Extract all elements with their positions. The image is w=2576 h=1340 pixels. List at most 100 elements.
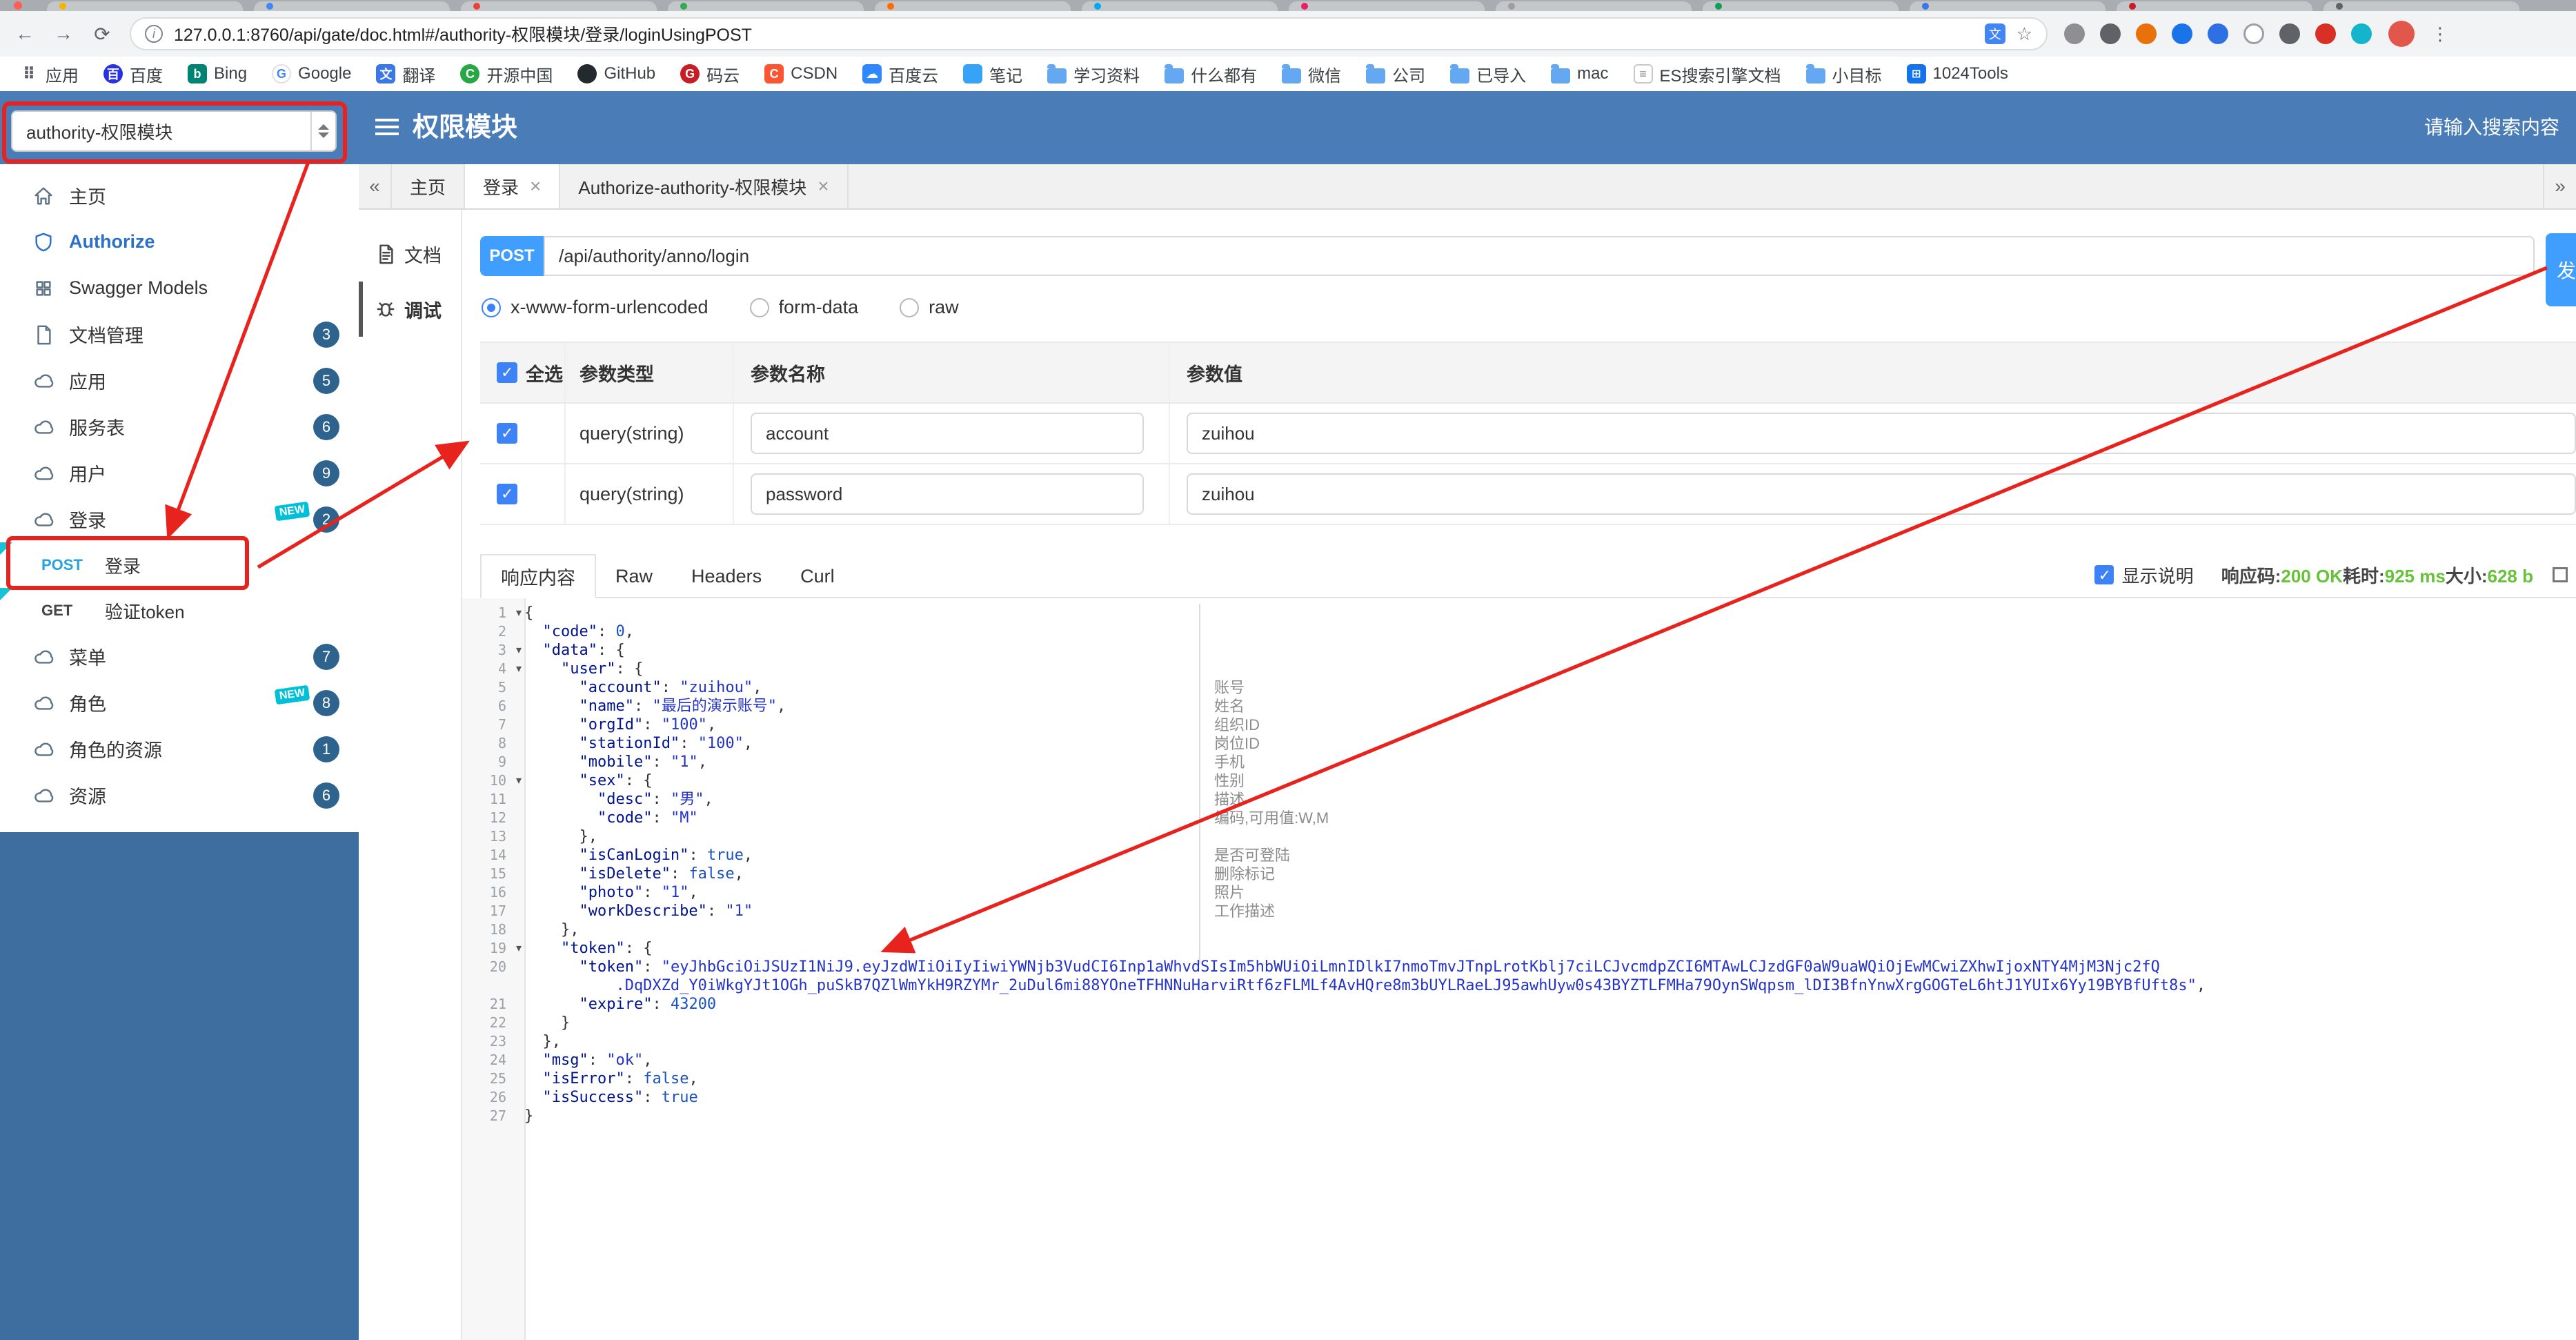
browser-tab[interactable] <box>461 1 657 11</box>
forward-icon[interactable]: → <box>52 23 75 45</box>
fold-arrow-icon[interactable]: ▾ <box>516 939 522 958</box>
response-tab-2[interactable]: Headers <box>672 554 781 598</box>
line-number[interactable]: 21 <box>462 995 524 1014</box>
param-value-input[interactable] <box>1187 473 2576 515</box>
bookmark-item-1[interactable]: 百百度 <box>103 62 163 86</box>
line-number[interactable]: 27 <box>462 1107 524 1125</box>
browser-menu-icon[interactable]: ⋮ <box>2431 23 2449 45</box>
doc-tab-home[interactable]: 主页 <box>392 164 466 208</box>
select-all-checkbox[interactable] <box>497 362 517 383</box>
line-number[interactable]: 24 <box>462 1051 524 1070</box>
reload-icon[interactable]: ⟳ <box>91 23 113 46</box>
translate-icon[interactable]: 文 <box>1984 23 2005 44</box>
sidebar-item-menu[interactable]: 菜单 7 <box>0 633 359 680</box>
line-number[interactable]: 5 <box>462 678 524 697</box>
line-number[interactable]: 7 <box>462 716 524 734</box>
sidebar-api-post-login[interactable]: POST 登录 <box>0 542 359 588</box>
url-text[interactable]: 127.0.0.1:8760/api/gate/doc.html#/author… <box>174 21 1974 46</box>
response-tab-1[interactable]: Raw <box>596 554 672 598</box>
orange-extension-icon[interactable] <box>2136 23 2157 44</box>
line-number[interactable]: 2 <box>462 622 524 641</box>
browser-tab[interactable] <box>47 1 243 11</box>
line-number[interactable]: 23 <box>462 1032 524 1051</box>
line-number[interactable]: 15 <box>462 865 524 883</box>
teal-extension-icon[interactable] <box>2351 23 2372 44</box>
module-select[interactable]: authority-权限模块 <box>11 110 337 152</box>
line-number[interactable]: 20 <box>462 958 524 995</box>
browser-tab[interactable] <box>2117 1 2312 11</box>
sidebar-item-home[interactable]: 主页 <box>0 173 359 219</box>
browser-tab[interactable] <box>1082 1 1278 11</box>
doc-mode-doc[interactable]: 文档 <box>359 226 461 282</box>
site-info-icon[interactable]: i <box>145 25 163 43</box>
sidebar-item-resource[interactable]: 资源 6 <box>0 772 359 818</box>
bookmark-item-8[interactable]: C CSDN <box>764 64 838 83</box>
fold-arrow-icon[interactable]: ▾ <box>516 641 522 660</box>
bookmark-item-18[interactable]: 小目标 <box>1805 62 1882 86</box>
tabs-scroll-left-icon[interactable]: « <box>359 164 392 208</box>
bookmark-item-10[interactable]: 笔记 <box>963 62 1022 86</box>
bookmark-item-16[interactable]: mac <box>1551 64 1609 83</box>
line-number[interactable]: 9 <box>462 753 524 771</box>
browser-tab[interactable] <box>2324 1 2519 11</box>
shield-extension-icon[interactable] <box>2279 23 2300 44</box>
doc-tab-authorize-authority[interactable]: Authorize-authority-权限模块 × <box>560 164 849 208</box>
doc-mode-debug[interactable]: 调试 <box>359 282 461 337</box>
address-bar[interactable]: i 127.0.0.1:8760/api/gate/doc.html#/auth… <box>130 17 2048 50</box>
response-tab-0[interactable]: 响应内容 <box>480 554 596 598</box>
sidebar-item-role[interactable]: 角色 NEW 8 <box>0 680 359 726</box>
fold-arrow-icon[interactable]: ▾ <box>516 660 522 678</box>
browser-tab[interactable] <box>1703 1 1899 11</box>
profile-avatar[interactable] <box>2388 21 2415 47</box>
sidebar-item-authorize[interactable]: Authorize <box>0 219 359 265</box>
line-number[interactable]: 14 <box>462 846 524 865</box>
sidebar-item-login-group[interactable]: 登录 NEW 2 <box>0 496 359 542</box>
close-window-button[interactable] <box>14 1 22 10</box>
bookmark-item-12[interactable]: 什么都有 <box>1165 62 1257 86</box>
line-number[interactable]: 26 <box>462 1088 524 1107</box>
radio-icon[interactable] <box>900 297 920 317</box>
tabs-scroll-right-icon[interactable]: » <box>2543 164 2576 208</box>
grid-extension-icon[interactable] <box>2100 23 2121 44</box>
bookmark-star-icon[interactable]: ☆ <box>2017 23 2032 45</box>
param-name-input[interactable] <box>751 473 1144 515</box>
close-tab-icon[interactable]: × <box>530 175 541 197</box>
sidebar-item-swagger-models[interactable]: Swagger Models <box>0 265 359 311</box>
content-type-option-0[interactable]: x-www-form-urlencoded <box>482 297 709 318</box>
line-number[interactable]: 6 <box>462 697 524 716</box>
show-desc-checkbox[interactable] <box>2094 565 2114 584</box>
fullscreen-icon[interactable] <box>2553 567 2568 582</box>
sidebar-item-doc-manage[interactable]: 文档管理 3 <box>0 311 359 357</box>
json-extension-icon[interactable] <box>2208 23 2228 44</box>
radio-icon[interactable] <box>749 297 769 317</box>
line-number[interactable]: 13 <box>462 827 524 846</box>
line-number[interactable]: 22 <box>462 1014 524 1032</box>
param-name-input[interactable] <box>751 413 1144 454</box>
red-extension-icon[interactable] <box>2315 23 2336 44</box>
line-number[interactable]: 18 <box>462 920 524 939</box>
radio-icon[interactable] <box>482 297 501 317</box>
content-type-option-2[interactable]: raw <box>900 297 959 318</box>
close-tab-icon[interactable]: × <box>818 175 829 197</box>
blue-extension-icon[interactable] <box>2172 23 2192 44</box>
browser-tab[interactable] <box>668 1 864 11</box>
line-number[interactable]: 19 ▾ <box>462 939 524 958</box>
line-number[interactable]: 3 ▾ <box>462 641 524 660</box>
param-checkbox[interactable] <box>497 484 517 504</box>
bookmark-item-11[interactable]: 学习资料 <box>1047 62 1140 86</box>
back-icon[interactable]: ← <box>14 23 36 45</box>
fold-arrow-icon[interactable]: ▾ <box>516 771 522 790</box>
bookmark-item-6[interactable]: GitHub <box>577 64 655 83</box>
browser-tab[interactable] <box>1910 1 2106 11</box>
bookmark-item-13[interactable]: 微信 <box>1282 62 1341 86</box>
bookmark-item-19[interactable]: ⊞ 1024Tools <box>1906 64 2008 83</box>
fold-arrow-icon[interactable]: ▾ <box>516 604 522 622</box>
line-number[interactable]: 4 ▾ <box>462 660 524 678</box>
bookmark-item-4[interactable]: 文翻译 <box>376 62 435 86</box>
browser-tab[interactable] <box>254 1 450 11</box>
bookmark-item-14[interactable]: 公司 <box>1366 62 1425 86</box>
bookmark-item-7[interactable]: G 码云 <box>680 62 740 86</box>
send-button[interactable]: 发 <box>2546 233 2576 306</box>
bookmark-item-0[interactable]: ⠿ 应用 <box>19 62 79 86</box>
panel-extension-icon[interactable] <box>2064 23 2085 44</box>
